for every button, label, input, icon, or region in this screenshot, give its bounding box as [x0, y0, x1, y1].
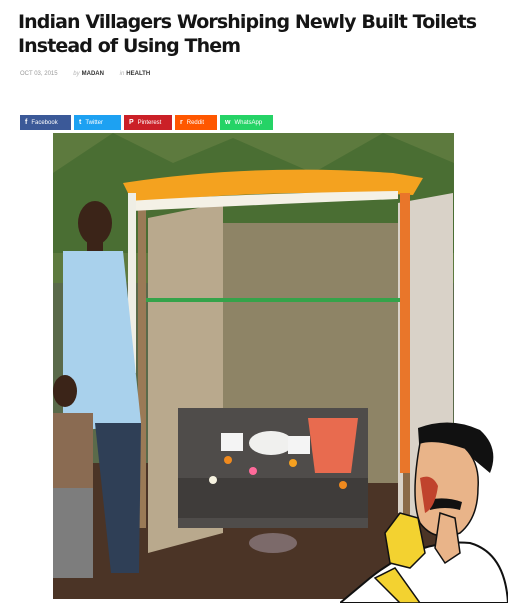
- author-name[interactable]: MADAN: [82, 71, 104, 77]
- paper-left: [221, 433, 243, 451]
- twitter-icon: t: [79, 119, 82, 126]
- facebook-icon: f: [25, 119, 28, 126]
- share-bar: f Facebook t Twitter P Pinterest r Reddit wW…: [20, 115, 273, 130]
- author-prefix: by: [73, 71, 80, 77]
- man-neck: [87, 241, 103, 251]
- boy-shirt: [53, 413, 93, 488]
- category-name[interactable]: HEALTH: [126, 71, 150, 77]
- toilet-bowl: [249, 431, 293, 455]
- boy-head: [53, 375, 77, 407]
- pinterest-icon: P: [129, 119, 134, 126]
- green-rope: [145, 298, 410, 302]
- boy-trousers: [53, 488, 93, 578]
- share-label: Twitter: [85, 119, 104, 126]
- whatsapp-icon: w: [225, 119, 231, 126]
- reddit-icon: r: [180, 119, 183, 126]
- paper-right: [288, 436, 310, 454]
- meme-reaction-overlay: [340, 422, 508, 603]
- share-reddit-button[interactable]: r Reddit: [175, 115, 217, 130]
- article-date: OCT 03, 2015: [20, 71, 58, 77]
- share-label: WhatsApp: [234, 119, 263, 126]
- share-facebook-button[interactable]: f Facebook: [20, 115, 71, 130]
- article-meta: OCT 03, 2015 by MADAN in HEALTH: [20, 71, 164, 77]
- offering-plate: [249, 533, 297, 553]
- meme-hands: [384, 512, 426, 569]
- flower-offering-5: [209, 476, 217, 484]
- flower-offering-1: [224, 456, 232, 464]
- article-title: Indian Villagers Worshiping Newly Built …: [18, 11, 477, 57]
- share-twitter-button[interactable]: t Twitter: [74, 115, 121, 130]
- share-label: Facebook: [31, 119, 58, 126]
- share-label: Pinterest: [137, 119, 162, 126]
- share-label: Reddit: [186, 119, 205, 126]
- man-head: [78, 201, 112, 245]
- flower-offering-2: [249, 467, 257, 475]
- share-pinterest-button[interactable]: P Pinterest: [124, 115, 172, 130]
- flower-offering-3: [289, 459, 297, 467]
- category-prefix: in: [119, 71, 125, 77]
- article-author[interactable]: by MADAN: [73, 71, 104, 77]
- share-whatsapp-button[interactable]: w WhatsApp: [220, 115, 273, 130]
- article-category[interactable]: in HEALTH: [120, 71, 151, 77]
